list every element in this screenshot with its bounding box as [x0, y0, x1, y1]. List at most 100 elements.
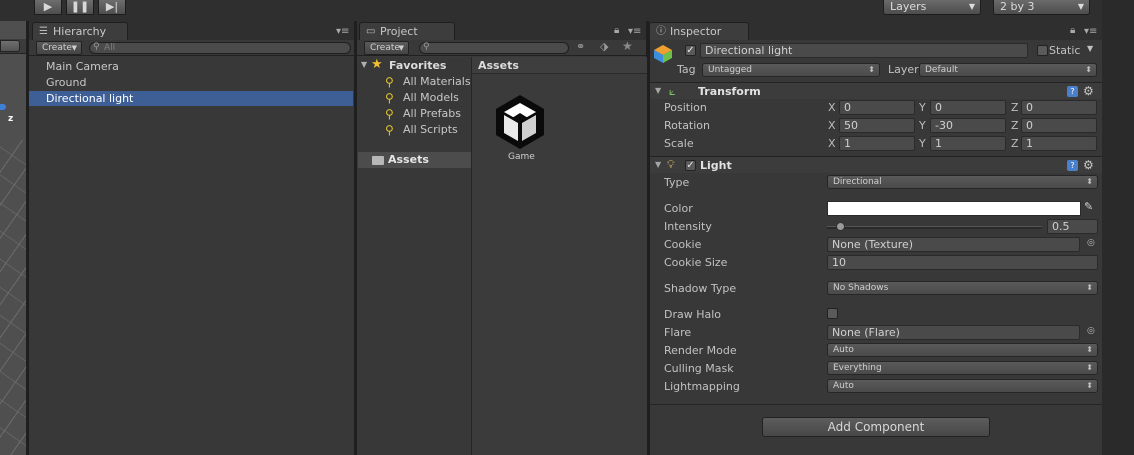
favorite-item[interactable]: ⚲ All Materials: [385, 74, 471, 90]
play-button[interactable]: ▶: [34, 0, 62, 15]
intensity-field[interactable]: 0.5: [1047, 219, 1098, 234]
lock-icon[interactable]: 🔒︎: [1070, 25, 1075, 36]
layers-label: Layers: [890, 0, 927, 13]
breadcrumb-assets[interactable]: Assets: [478, 58, 519, 73]
filter-by-label-icon[interactable]: ⬗: [600, 40, 608, 53]
culling-mask-dropdown[interactable]: Everything ⬍: [827, 361, 1098, 375]
lightmapping-dropdown[interactable]: Auto ⬍: [827, 379, 1098, 393]
pause-button[interactable]: ❚❚: [66, 0, 94, 15]
play-icon: ▶: [43, 0, 53, 13]
gizmo-axis-icon[interactable]: [0, 104, 6, 110]
favorite-item[interactable]: ⚲ All Models: [385, 90, 459, 106]
window-edge: [1102, 0, 1134, 455]
help-icon[interactable]: ?: [1067, 160, 1078, 171]
layers-dropdown[interactable]: Layers ▼: [883, 0, 981, 15]
layer-label: Layer: [888, 63, 919, 76]
tab-inspector[interactable]: ⓘ Inspector: [649, 22, 749, 40]
gear-icon[interactable]: ⚙: [1083, 85, 1094, 97]
panel-menu-icon[interactable]: ▾≡: [628, 26, 641, 37]
hierarchy-item-selected[interactable]: Directional light: [29, 91, 353, 106]
fold-arrow-icon[interactable]: ▼: [361, 60, 367, 69]
color-swatch[interactable]: [827, 201, 1081, 216]
fold-arrow-icon[interactable]: ▼: [655, 86, 661, 95]
axis-y-label: Y: [919, 101, 926, 114]
active-checkbox[interactable]: ✓: [685, 45, 696, 56]
scale-x-field[interactable]: 1: [839, 136, 915, 151]
search-icon: ⚲: [385, 91, 394, 105]
tree-item-assets[interactable]: Assets: [358, 152, 471, 168]
light-header[interactable]: ▼ 💡︎ ✓ Light ? ⚙: [650, 156, 1102, 173]
shadow-type-dropdown[interactable]: No Shadows ⬍: [827, 281, 1098, 295]
scale-z-field[interactable]: 1: [1021, 136, 1097, 151]
position-z-field[interactable]: 0: [1021, 100, 1097, 115]
lightbulb-icon: 💡︎: [667, 158, 675, 171]
tab-project[interactable]: ▭ Project: [359, 22, 455, 40]
rotation-z-field[interactable]: 0: [1021, 118, 1097, 133]
intensity-slider-handle[interactable]: [836, 222, 846, 231]
rotation-x-field[interactable]: 50: [839, 118, 915, 133]
culling-mask-value: Everything: [833, 363, 882, 373]
cookie-field[interactable]: None (Texture): [827, 237, 1080, 252]
axis-z-label: Z: [1011, 119, 1019, 132]
tab-hierarchy[interactable]: ☰ Hierarchy: [32, 22, 128, 40]
flare-field[interactable]: None (Flare): [827, 325, 1080, 340]
render-mode-dropdown[interactable]: Auto ⬍: [827, 343, 1098, 357]
transform-header[interactable]: ▼ ⟀ Transform ? ⚙: [650, 82, 1102, 99]
object-name-field[interactable]: Directional light: [700, 43, 1028, 58]
search-icon: ⚲: [93, 42, 100, 52]
intensity-slider-track[interactable]: [827, 226, 1042, 229]
chevron-down-icon[interactable]: ▼: [1087, 44, 1093, 53]
rotation-y-field[interactable]: -30: [930, 118, 1006, 133]
type-dropdown[interactable]: Directional ⬍: [827, 175, 1098, 189]
hierarchy-item[interactable]: Main Camera: [29, 59, 353, 74]
flare-label: Flare: [664, 326, 692, 339]
tag-dropdown[interactable]: Untagged ⬍: [702, 63, 880, 77]
position-label: Position: [664, 101, 707, 114]
fold-arrow-icon[interactable]: ▼: [655, 160, 661, 169]
add-component-button[interactable]: Add Component: [762, 417, 990, 437]
eyedropper-icon[interactable]: ✎: [1084, 200, 1093, 213]
position-x-field[interactable]: 0: [839, 100, 915, 115]
panel-menu-icon[interactable]: ▾≡: [336, 26, 349, 37]
cookie-size-field[interactable]: 10: [827, 255, 1098, 270]
hierarchy-item[interactable]: Ground: [29, 75, 353, 90]
favorite-item[interactable]: ⚲ All Prefabs: [385, 106, 461, 122]
star-icon[interactable]: ★: [622, 39, 633, 53]
project-search-input[interactable]: ⚲: [419, 42, 569, 54]
filter-by-type-icon[interactable]: ⚭: [576, 40, 585, 53]
hierarchy-panel: Create ▼ ⚲ All Main Camera Ground Direct…: [28, 40, 354, 455]
step-icon: ▶|: [105, 0, 119, 13]
light-enabled-checkbox[interactable]: ✓: [685, 160, 696, 171]
scene-toolbar-button[interactable]: [0, 40, 20, 52]
panel-menu-icon[interactable]: ▾≡: [1084, 26, 1097, 37]
position-y-field[interactable]: 0: [930, 100, 1006, 115]
layer-value: Default: [925, 65, 958, 75]
pause-icon: ❚❚: [70, 0, 90, 13]
layout-dropdown[interactable]: 2 by 3 ▼: [993, 0, 1090, 15]
shadow-type-value: No Shadows: [833, 283, 889, 293]
unity-logo-icon[interactable]: [490, 91, 550, 151]
draw-halo-checkbox[interactable]: [827, 308, 838, 319]
project-create-button[interactable]: Create ▼: [364, 41, 409, 55]
search-icon: ⚲: [423, 42, 430, 52]
favorites-star-icon: ★: [371, 57, 383, 72]
culling-mask-label: Culling Mask: [664, 362, 734, 375]
draw-halo-label: Draw Halo: [664, 308, 722, 321]
gear-icon[interactable]: ⚙: [1083, 159, 1094, 171]
asset-name[interactable]: Game: [508, 152, 535, 162]
step-button[interactable]: ▶|: [98, 0, 126, 15]
lock-icon[interactable]: 🔒︎: [614, 25, 619, 36]
help-icon[interactable]: ?: [1067, 86, 1078, 97]
layer-dropdown[interactable]: Default ⬍: [919, 63, 1097, 77]
axis-z-label: Z: [1011, 137, 1019, 150]
hierarchy-search-input[interactable]: ⚲ All: [89, 42, 351, 54]
favorite-item[interactable]: ⚲ All Scripts: [385, 122, 458, 138]
object-picker-icon[interactable]: ◎: [1087, 326, 1095, 336]
render-mode-value: Auto: [833, 345, 854, 355]
hierarchy-create-button[interactable]: Create ▼: [36, 41, 82, 55]
scale-y-field[interactable]: 1: [930, 136, 1006, 151]
tag-value: Untagged: [708, 65, 753, 75]
static-checkbox[interactable]: [1037, 45, 1048, 56]
favorite-item-label: All Models: [403, 91, 459, 104]
object-picker-icon[interactable]: ◎: [1087, 238, 1095, 248]
